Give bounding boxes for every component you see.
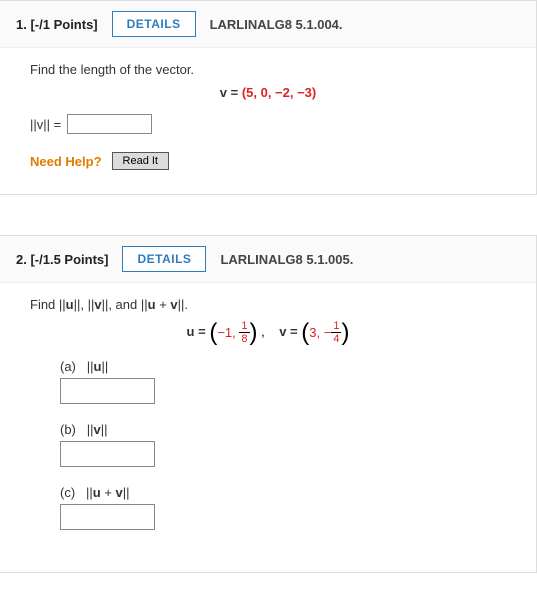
part-b: (b) ||v|| — [60, 422, 506, 437]
part-b-label: (b) — [60, 422, 76, 437]
part-a-input[interactable] — [60, 378, 155, 404]
q1-norm-label: ||v|| = — [30, 117, 61, 132]
q2-reference: LARLINALG8 5.1.005. — [220, 252, 353, 267]
q2-u-value: ( −1, 1 8 ) — [209, 320, 257, 345]
q1-answer-line: ||v|| = — [30, 114, 506, 134]
q2-v-value: ( 3, − 1 4 ) — [301, 320, 349, 345]
part-c-label: (c) — [60, 485, 75, 500]
q2-v-label: v = — [279, 324, 297, 339]
q2-number: 2. — [16, 252, 27, 267]
part-b-input[interactable] — [60, 441, 155, 467]
q2-u-frac: 1 8 — [239, 320, 249, 345]
question-1-header: 1. [-/1 Points] DETAILS LARLINALG8 5.1.0… — [0, 1, 536, 48]
q2-v-minus: − — [324, 325, 332, 340]
question-1-body: Find the length of the vector. v = (5, 0… — [0, 48, 536, 194]
q2-prompt: Find ||u||, ||v||, and ||u + v||. — [30, 297, 506, 312]
q2-points: [-/1.5 Points] — [30, 252, 108, 267]
q1-vector-def: v = (5, 0, −2, −3) — [30, 85, 506, 100]
read-it-button[interactable]: Read It — [112, 152, 169, 170]
q2-u-label: u = — [187, 324, 206, 339]
question-2-body: Find ||u||, ||v||, and ||u + v||. u = ( … — [0, 283, 536, 572]
question-1-title: 1. [-/1 Points] — [16, 17, 98, 32]
q1-points: [-/1 Points] — [30, 17, 97, 32]
q1-reference: LARLINALG8 5.1.004. — [210, 17, 343, 32]
q1-prompt: Find the length of the vector. — [30, 62, 506, 77]
q2-v-first: 3, — [309, 325, 320, 340]
question-2-title: 2. [-/1.5 Points] — [16, 252, 108, 267]
q2-u-first: −1, — [217, 325, 235, 340]
q1-vector-value: (5, 0, −2, −3) — [242, 85, 316, 100]
question-1: 1. [-/1 Points] DETAILS LARLINALG8 5.1.0… — [0, 0, 537, 195]
q1-number: 1. — [16, 17, 27, 32]
need-help-label: Need Help? — [30, 154, 102, 169]
part-a: (a) ||u|| — [60, 359, 506, 374]
question-2: 2. [-/1.5 Points] DETAILS LARLINALG8 5.1… — [0, 235, 537, 573]
q1-answer-input[interactable] — [67, 114, 152, 134]
question-2-header: 2. [-/1.5 Points] DETAILS LARLINALG8 5.1… — [0, 236, 536, 283]
details-button[interactable]: DETAILS — [112, 11, 196, 37]
q1-v-label: v = — [220, 85, 238, 100]
need-help: Need Help? Read It — [30, 152, 506, 170]
q2-vectors: u = ( −1, 1 8 ) , v = ( 3, − 1 4 — [30, 320, 506, 345]
part-c-input[interactable] — [60, 504, 155, 530]
part-a-label: (a) — [60, 359, 76, 374]
details-button[interactable]: DETAILS — [122, 246, 206, 272]
part-c: (c) ||u + v|| — [60, 485, 506, 500]
q2-v-frac: 1 4 — [331, 320, 341, 345]
